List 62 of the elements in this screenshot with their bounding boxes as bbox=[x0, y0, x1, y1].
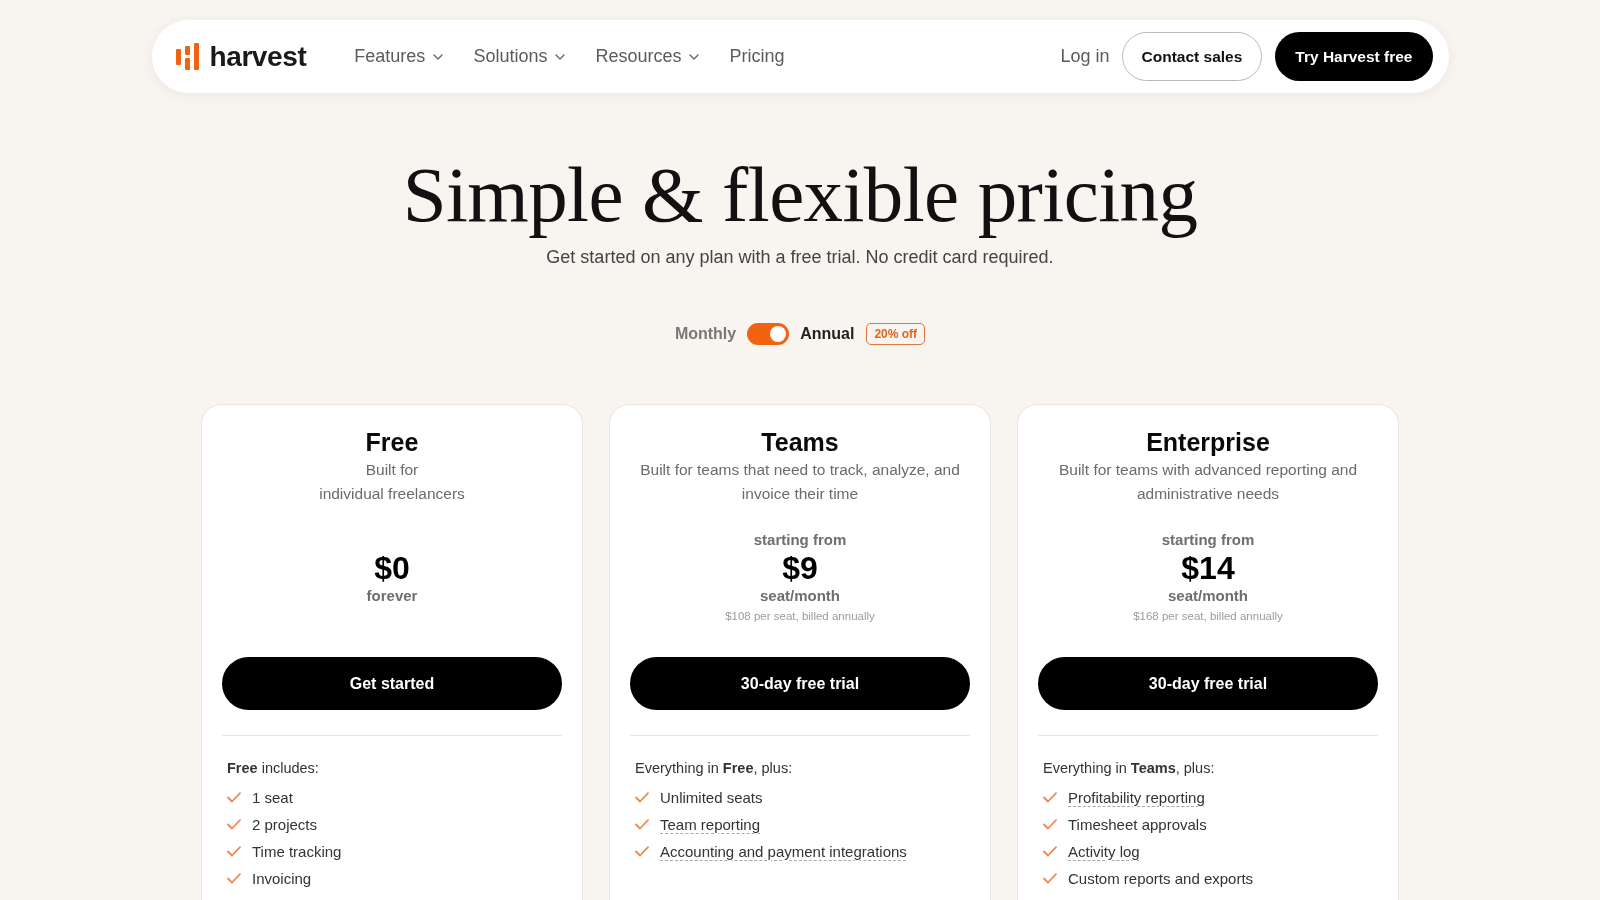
price-period: seat/month bbox=[759, 586, 841, 606]
price-prefix: starting from bbox=[1160, 530, 1256, 550]
plan-name: Teams bbox=[760, 427, 840, 458]
logo-link[interactable]: harvest bbox=[175, 42, 307, 71]
price-period: seat/month bbox=[1167, 586, 1249, 606]
nav-link[interactable]: Solutions bbox=[473, 43, 566, 70]
page-subtitle: Get started on any plan with a free trial. No credit card required. bbox=[546, 246, 1054, 269]
plan-price: $14 bbox=[1180, 551, 1236, 585]
feature-text: Unlimited seats bbox=[660, 788, 763, 807]
feature-text[interactable]: Profitability reporting bbox=[1068, 788, 1205, 807]
check-icon bbox=[227, 792, 241, 803]
nav-link[interactable]: Pricing bbox=[729, 43, 785, 70]
check-icon bbox=[1043, 846, 1057, 857]
price-period: forever bbox=[365, 586, 419, 606]
free-trial-button[interactable]: Try Harvest free bbox=[1275, 32, 1433, 81]
contact-sales-button[interactable]: Contact sales bbox=[1121, 32, 1263, 81]
plan-price: $0 bbox=[373, 551, 411, 585]
billing-note: $168 per seat, billed annually bbox=[1132, 609, 1284, 624]
check-icon bbox=[227, 819, 241, 830]
includes-heading: Everything in Teams, plus: bbox=[1042, 759, 1216, 778]
feature-text: Time tracking bbox=[252, 842, 342, 861]
feature-text[interactable]: Accounting and payment integrations bbox=[660, 842, 907, 861]
feature-text: 2 projects bbox=[252, 815, 318, 834]
plan-description: Built for individual freelancers bbox=[318, 460, 466, 504]
discount-badge: 20% off bbox=[866, 323, 926, 345]
plan-price: $9 bbox=[781, 551, 819, 585]
cta-button[interactable]: Get started bbox=[222, 657, 562, 710]
check-icon bbox=[1043, 792, 1057, 803]
billing-option-label: Annual bbox=[800, 324, 855, 344]
plan-description: Built for teams that need to track, analyze, and invoice their time bbox=[639, 460, 961, 504]
nav-link[interactable]: Features bbox=[354, 43, 444, 70]
feature-text: 1 seat bbox=[252, 788, 293, 807]
check-icon bbox=[227, 873, 241, 884]
login-link[interactable]: Log in bbox=[1060, 43, 1110, 70]
check-icon bbox=[635, 819, 649, 830]
plan-name: Enterprise bbox=[1145, 427, 1271, 458]
feature-text: Invoicing bbox=[252, 869, 312, 888]
billing-toggle[interactable] bbox=[747, 323, 790, 345]
check-icon bbox=[635, 792, 649, 803]
page-title: Simple & flexible pricing bbox=[402, 154, 1198, 236]
check-icon bbox=[1043, 873, 1057, 884]
cta-button[interactable]: 30-day free trial bbox=[630, 657, 970, 710]
chevron-down-icon bbox=[555, 53, 566, 60]
feature-text: Custom reports and exports bbox=[1068, 869, 1254, 888]
billing-note: $108 per seat, billed annually bbox=[724, 609, 876, 624]
nav-link[interactable]: Resources bbox=[595, 43, 700, 70]
chevron-down-icon bbox=[689, 53, 700, 60]
includes-heading: Free includes: bbox=[226, 759, 320, 778]
check-icon bbox=[227, 846, 241, 857]
feature-text[interactable]: Team reporting bbox=[660, 815, 761, 834]
check-icon bbox=[1043, 819, 1057, 830]
feature-text[interactable]: Activity log bbox=[1068, 842, 1140, 861]
billing-option-label: Monthly bbox=[674, 324, 737, 344]
price-prefix: starting from bbox=[752, 530, 848, 550]
plan-name: Free bbox=[364, 427, 420, 458]
feature-text: Timesheet approvals bbox=[1068, 815, 1207, 834]
check-icon bbox=[635, 846, 649, 857]
plan-description: Built for teams with advanced reporting and administrative needs bbox=[1057, 460, 1359, 504]
bars-logo-icon bbox=[175, 43, 199, 70]
chevron-down-icon bbox=[433, 53, 444, 60]
cta-button[interactable]: 30-day free trial bbox=[1038, 657, 1378, 710]
includes-heading: Everything in Free, plus: bbox=[634, 759, 794, 778]
